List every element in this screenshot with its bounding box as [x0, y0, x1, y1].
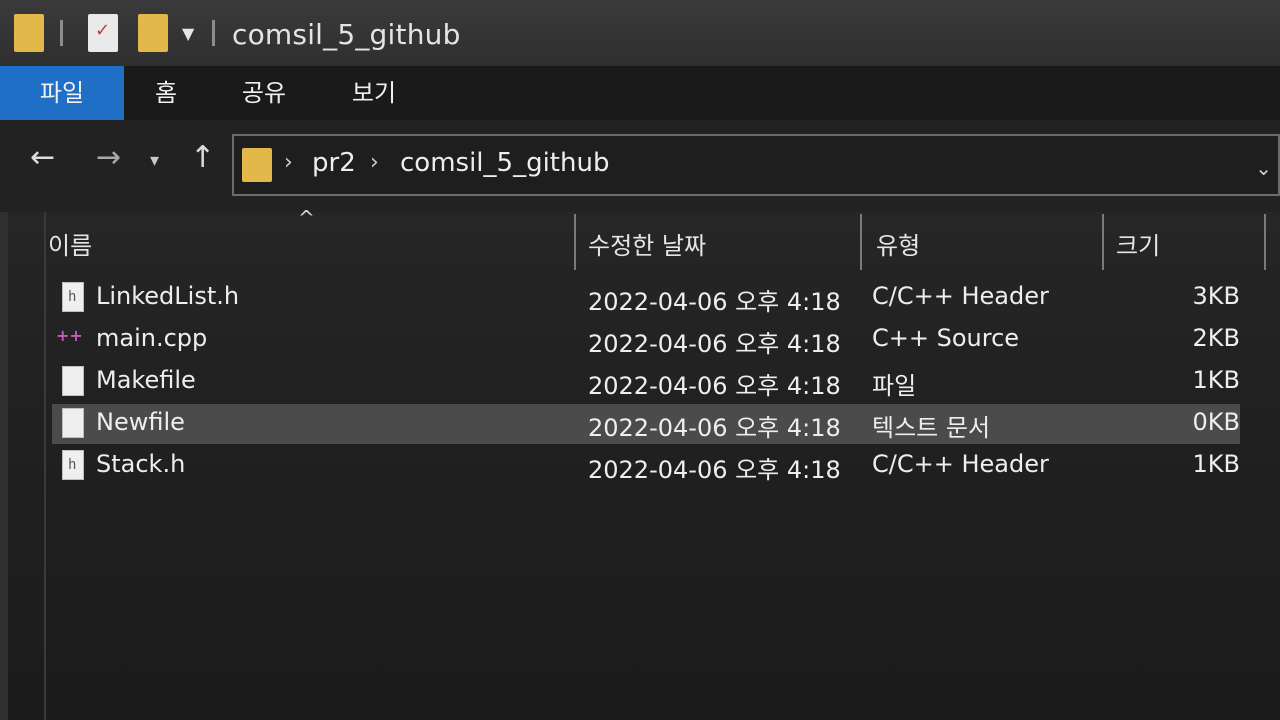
chevron-down-icon[interactable]: ⌄	[1255, 156, 1272, 180]
column-divider[interactable]	[574, 214, 576, 270]
file-type: C/C++ Header	[872, 450, 1049, 478]
pane-divider[interactable]	[44, 212, 46, 720]
customize-quick-access-icon[interactable]: ▼	[182, 24, 194, 43]
file-type: C++ Source	[872, 324, 1020, 352]
file-row[interactable]: main.cpp 2022-04-06 오후 4:18 C++ Source 2…	[52, 320, 1240, 360]
chevron-right-icon[interactable]: ›	[284, 150, 293, 175]
window-title: comsil_5_github	[232, 18, 461, 51]
generic-file-icon	[62, 366, 84, 396]
title-bar: ▼ comsil_5_github	[0, 0, 1280, 66]
column-header-type[interactable]: 유형	[876, 226, 920, 261]
file-size: 1KB	[1192, 366, 1240, 394]
file-name: Makefile	[96, 366, 196, 394]
ribbon-tabs: 파일 홈 공유 보기	[0, 66, 1280, 120]
file-list: ^ 이름 수정한 날짜 유형 크기 LinkedList.h 2022-04-0…	[0, 206, 1280, 720]
column-divider[interactable]	[1102, 214, 1104, 270]
file-name: Newfile	[96, 408, 185, 436]
navigation-pane-edge	[0, 212, 8, 720]
file-row[interactable]: Stack.h 2022-04-06 오후 4:18 C/C++ Header …	[52, 446, 1240, 486]
address-bar[interactable]: › pr2 › comsil_5_github ⌄	[232, 134, 1280, 196]
file-date: 2022-04-06 오후 4:18	[588, 414, 841, 442]
file-size: 2KB	[1192, 324, 1240, 352]
file-name: LinkedList.h	[96, 282, 240, 310]
cpp-file-icon	[56, 326, 90, 356]
file-type: 파일	[872, 372, 917, 400]
breadcrumb-item[interactable]: comsil_5_github	[400, 148, 609, 178]
tab-home[interactable]: 홈	[140, 66, 192, 120]
file-name: main.cpp	[96, 324, 208, 352]
column-divider[interactable]	[1264, 214, 1266, 270]
column-header-size[interactable]: 크기	[1116, 226, 1160, 261]
up-arrow-icon[interactable]: ↑	[190, 140, 215, 175]
toolbar-separator	[60, 20, 63, 46]
file-size: 3KB	[1192, 282, 1240, 310]
file-size: 1KB	[1192, 450, 1240, 478]
column-header-date[interactable]: 수정한 날짜	[588, 226, 706, 261]
file-date: 2022-04-06 오후 4:18	[588, 288, 841, 316]
tab-view[interactable]: 보기	[342, 66, 406, 120]
file-row[interactable]: Makefile 2022-04-06 오후 4:18 파일 1KB	[52, 362, 1240, 402]
file-row-selected[interactable]: Newfile 2022-04-06 오후 4:18 텍스트 문서 0KB	[52, 404, 1240, 444]
back-arrow-icon[interactable]: ←	[30, 140, 55, 175]
file-date: 2022-04-06 오후 4:18	[588, 456, 841, 484]
chevron-right-icon[interactable]: ›	[370, 150, 379, 175]
file-row[interactable]: LinkedList.h 2022-04-06 오후 4:18 C/C++ He…	[52, 278, 1240, 318]
header-file-icon	[62, 450, 84, 480]
file-name: Stack.h	[96, 450, 186, 478]
column-header-name[interactable]: 이름	[48, 226, 92, 261]
tab-share[interactable]: 공유	[232, 66, 296, 120]
text-file-icon	[62, 408, 84, 438]
file-date: 2022-04-06 오후 4:18	[588, 372, 841, 400]
properties-icon[interactable]	[88, 14, 118, 52]
tab-file[interactable]: 파일	[0, 66, 124, 120]
recent-locations-chevron-icon[interactable]: ▾	[150, 150, 159, 171]
file-size: 0KB	[1192, 408, 1240, 436]
sort-ascending-icon: ^	[298, 206, 315, 230]
folder-icon[interactable]	[14, 14, 44, 52]
header-file-icon	[62, 282, 84, 312]
file-type: C/C++ Header	[872, 282, 1049, 310]
new-folder-icon[interactable]	[138, 14, 168, 52]
file-type: 텍스트 문서	[872, 414, 991, 442]
file-date: 2022-04-06 오후 4:18	[588, 330, 841, 358]
forward-arrow-icon[interactable]: →	[96, 140, 121, 175]
navigation-bar: ← → ▾ ↑ › pr2 › comsil_5_github ⌄	[0, 120, 1280, 212]
column-divider[interactable]	[860, 214, 862, 270]
folder-icon	[242, 148, 272, 182]
toolbar-separator	[212, 20, 215, 46]
breadcrumb-item[interactable]: pr2	[312, 148, 356, 178]
